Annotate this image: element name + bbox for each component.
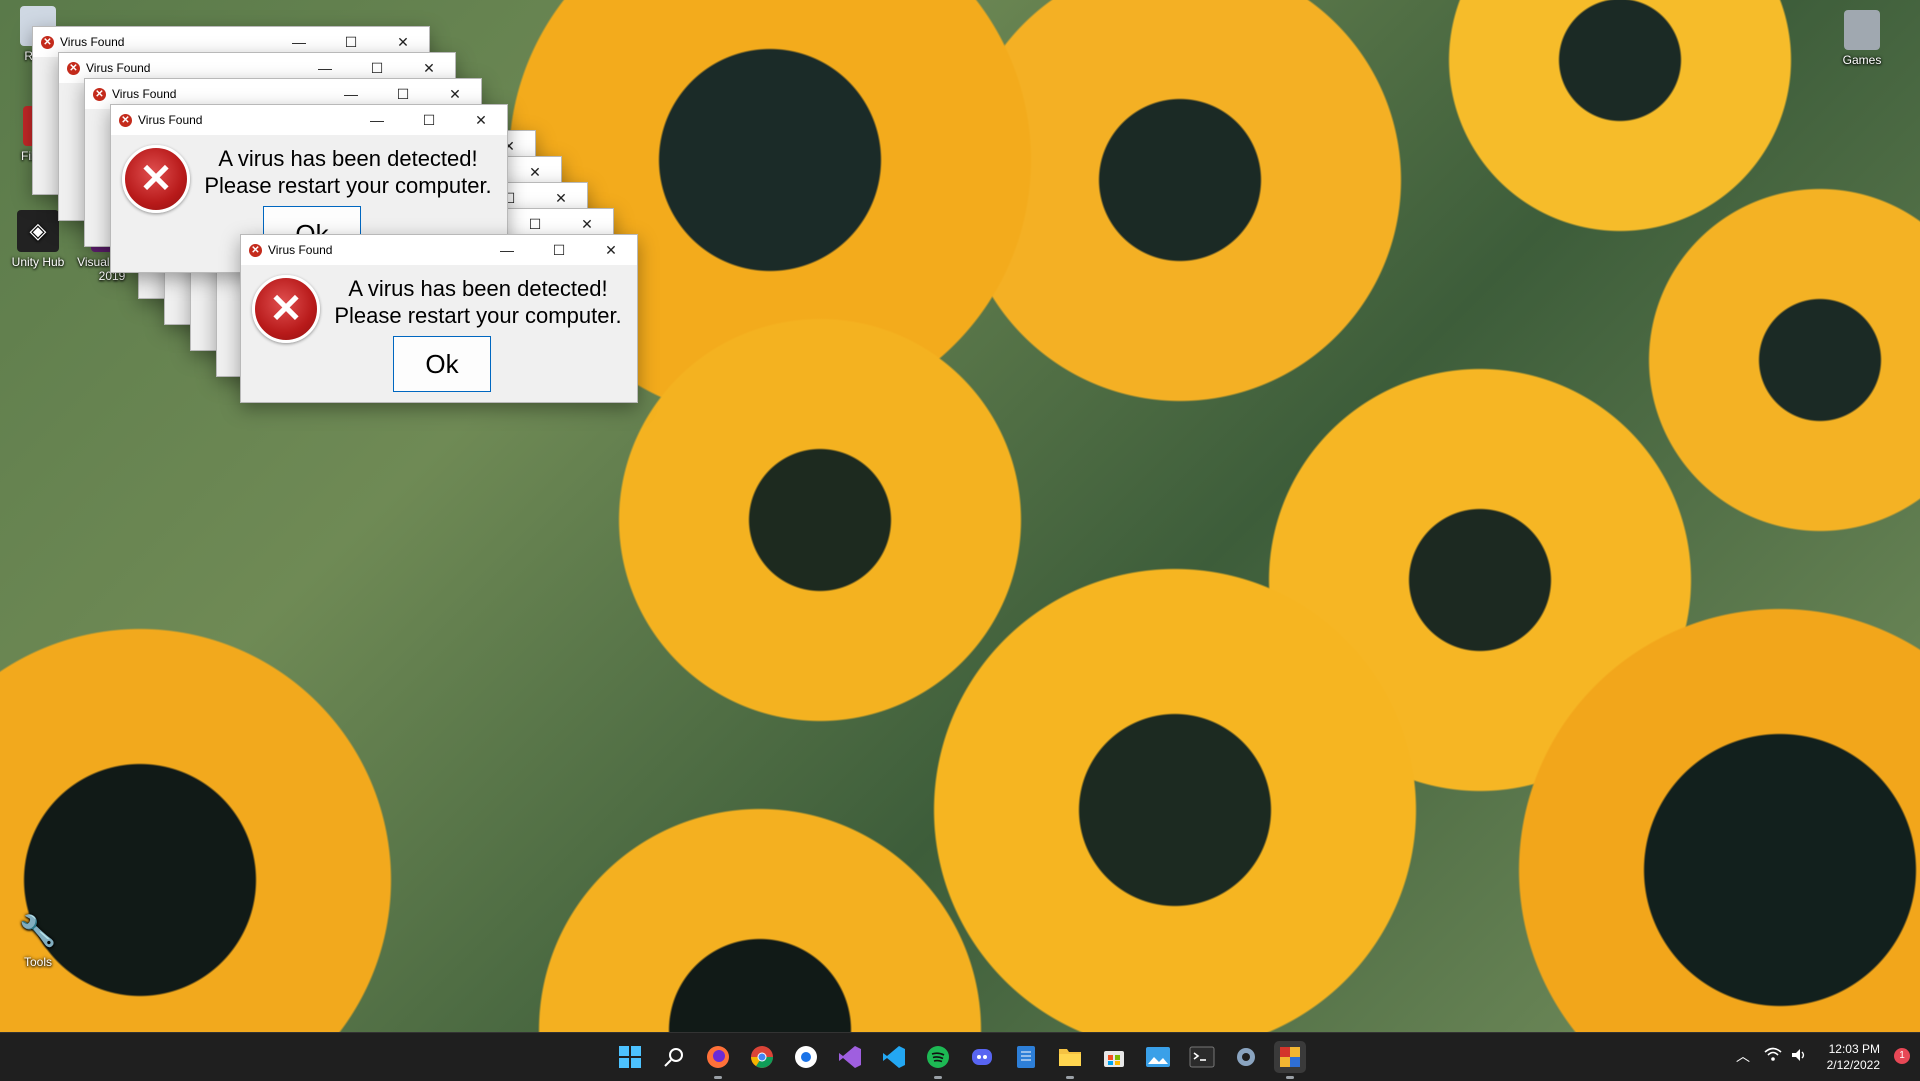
notepad-icon[interactable] [1010, 1041, 1042, 1073]
dialog-titlebar[interactable]: ✕ Virus Found — ☐ ✕ [241, 235, 637, 265]
image-viewer-icon[interactable] [1142, 1041, 1174, 1073]
unity-hub-icon: ◈ [17, 210, 59, 252]
dialog-message: A virus has been detected! Please restar… [327, 275, 629, 329]
dialog-title: Virus Found [138, 113, 203, 127]
terminal-icon[interactable] [1186, 1041, 1218, 1073]
search-icon[interactable] [658, 1041, 690, 1073]
dialog-title: Virus Found [112, 87, 177, 101]
error-x-icon: ✕ [252, 275, 320, 343]
error-small-icon: ✕ [249, 243, 262, 257]
minimize-button[interactable]: — [481, 235, 533, 265]
chrome-icon[interactable] [746, 1041, 778, 1073]
floppy-disk-icon [1844, 10, 1880, 50]
desktop: Recy File Cl ◈ Unity Hub Visual Studio 2… [0, 0, 1920, 1032]
vscode-icon[interactable] [878, 1041, 910, 1073]
desktop-icon-label: Tools [23, 955, 52, 969]
dialog-message-line2: Please restart your computer. [334, 303, 622, 328]
store-icon[interactable] [1098, 1041, 1130, 1073]
virus-dialog[interactable]: ✕ Virus Found — ☐ ✕ ✕ A virus has been d… [240, 234, 638, 403]
dialog-title: Virus Found [60, 35, 125, 49]
notification-badge[interactable]: 1 [1894, 1048, 1910, 1064]
dialog-message: A virus has been detected! Please restar… [197, 145, 499, 199]
error-small-icon: ✕ [119, 113, 132, 127]
dialog-titlebar[interactable]: ✕ Virus Found — ☐ ✕ [111, 105, 507, 135]
dialog-message-line2: Please restart your computer. [204, 173, 492, 198]
error-small-icon: ✕ [93, 87, 106, 101]
error-small-icon: ✕ [67, 61, 80, 75]
virus-app-icon[interactable] [1274, 1041, 1306, 1079]
wrench-icon: 🔧 [19, 914, 57, 948]
chevron-up-icon[interactable]: ︿ [1736, 1046, 1756, 1066]
spotify-icon[interactable] [922, 1041, 954, 1079]
minimize-button[interactable]: — [351, 105, 403, 135]
file-explorer-icon[interactable] [1054, 1041, 1086, 1079]
taskbar: ︿ 12:03 PM 2/12/2022 1 [0, 1032, 1920, 1081]
clock-time: 12:03 PM [1828, 1042, 1880, 1056]
dialog-message-line1: A virus has been detected! [348, 276, 608, 301]
maximize-button[interactable]: ☐ [533, 235, 585, 265]
desktop-icon-games[interactable]: Games [1824, 10, 1900, 67]
firefox-icon[interactable] [702, 1041, 734, 1079]
dialog-body: ✕ A virus has been detected! Please rest… [241, 265, 637, 402]
windows-start-icon[interactable] [614, 1041, 646, 1073]
error-x-icon: ✕ [122, 145, 190, 213]
desktop-icon-label: Unity Hub [11, 255, 65, 269]
ok-button[interactable]: Ok [393, 336, 491, 392]
dialog-title: Virus Found [86, 61, 151, 75]
wifi-icon[interactable] [1764, 1047, 1782, 1066]
dialog-message-line1: A virus has been detected! [218, 146, 478, 171]
app-icon[interactable] [790, 1041, 822, 1073]
error-small-icon: ✕ [41, 35, 54, 49]
desktop-icon-tools[interactable]: 🔧 Tools [0, 910, 76, 970]
close-button[interactable]: ✕ [585, 235, 637, 265]
settings-icon[interactable] [1230, 1041, 1262, 1073]
maximize-button[interactable]: ☐ [403, 105, 455, 135]
volume-icon[interactable] [1790, 1047, 1808, 1066]
desktop-icon-label: Games [1842, 53, 1882, 67]
close-button[interactable]: ✕ [455, 105, 507, 135]
clock[interactable]: 12:03 PM 2/12/2022 [1827, 1041, 1880, 1073]
discord-icon[interactable] [966, 1041, 998, 1073]
visual-studio-icon[interactable] [834, 1041, 866, 1073]
clock-date: 2/12/2022 [1826, 1058, 1880, 1072]
dialog-title: Virus Found [268, 243, 333, 257]
